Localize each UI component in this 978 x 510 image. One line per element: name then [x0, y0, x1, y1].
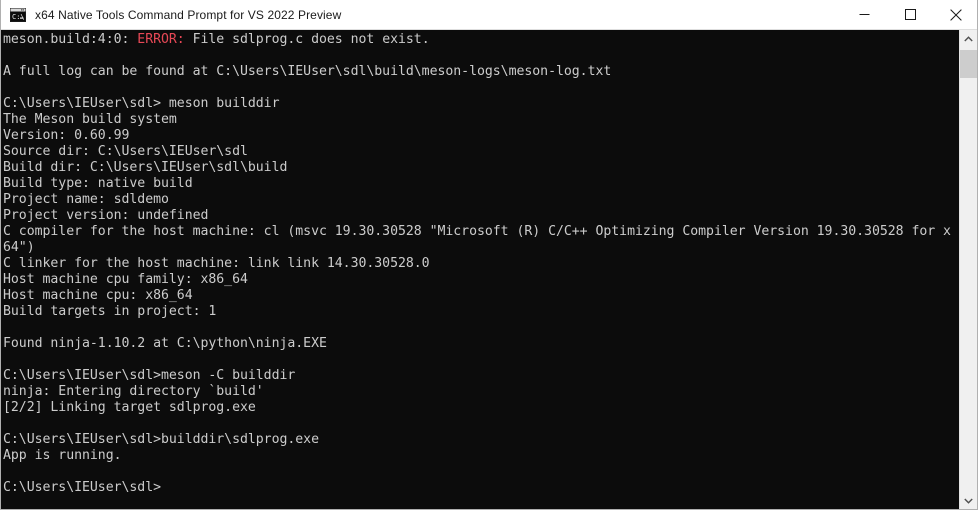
console-line: Build type: native build	[3, 176, 961, 192]
maximize-icon	[904, 9, 916, 20]
console-line: 64")	[3, 240, 961, 256]
console-line: Host machine cpu: x86_64	[3, 288, 961, 304]
minimize-icon	[859, 14, 869, 15]
console-text-segment: App is running.	[3, 448, 122, 463]
console-text: meson.build:4:0: ERROR: File sdlprog.c d…	[3, 32, 961, 496]
console-line: C:\Users\IEUser\sdl> meson builddir	[3, 96, 961, 112]
console-line: ninja: Entering directory `build'	[3, 384, 961, 400]
console-line: App is running.	[3, 448, 961, 464]
console-line: C compiler for the host machine: cl (msv…	[3, 224, 961, 240]
console-text-segment: meson.build:4:0:	[3, 32, 138, 47]
console-output-area[interactable]: meson.build:4:0: ERROR: File sdlprog.c d…	[1, 30, 961, 509]
console-text-segment: Host machine cpu: x86_64	[3, 288, 193, 303]
console-line: Source dir: C:\Users\IEUser\sdl	[3, 144, 961, 160]
console-text-segment: C:\Users\IEUser\sdl>builddir\sdlprog.exe	[3, 432, 319, 447]
console-text-segment: C linker for the host machine: link link…	[3, 256, 430, 271]
scrollbar-track[interactable]	[960, 48, 977, 492]
error-token: ERROR:	[137, 32, 185, 47]
console-text-segment: 64")	[3, 240, 35, 255]
console-text-segment: The Meson build system	[3, 112, 177, 127]
console-line: Found ninja-1.10.2 at C:\python\ninja.EX…	[3, 336, 961, 352]
console-line: Project name: sdldemo	[3, 192, 961, 208]
console-text-segment: Project version: undefined	[3, 208, 209, 223]
console-text-segment: Source dir: C:\Users\IEUser\sdl	[3, 144, 248, 159]
console-line: Version: 0.60.99	[3, 128, 961, 144]
close-icon	[950, 8, 962, 21]
console-text-segment: Build dir: C:\Users\IEUser\sdl\build	[3, 160, 288, 175]
chevron-down-icon	[964, 498, 973, 504]
console-line: C:\Users\IEUser\sdl>	[3, 480, 961, 496]
chevron-up-icon	[964, 36, 973, 42]
console-line: [2/2] Linking target sdlprog.exe	[3, 400, 961, 416]
console-line: The Meson build system	[3, 112, 961, 128]
console-text-segment: Project name: sdldemo	[3, 192, 169, 207]
console-line: Host machine cpu family: x86_64	[3, 272, 961, 288]
scroll-down-button[interactable]	[960, 492, 977, 509]
console-window: C:\ x64 Native Tools Command Prompt for …	[0, 0, 978, 510]
maximize-button[interactable]	[887, 0, 933, 29]
console-text-segment: A full log can be found at C:\Users\IEUs…	[3, 64, 612, 79]
console-line: Build dir: C:\Users\IEUser\sdl\build	[3, 160, 961, 176]
console-line: meson.build:4:0: ERROR: File sdlprog.c d…	[3, 32, 961, 48]
console-text-segment: C:\Users\IEUser\sdl>	[3, 480, 161, 495]
svg-text:C:\: C:\	[12, 13, 25, 21]
console-text-segment: [2/2] Linking target sdlprog.exe	[3, 400, 256, 415]
console-text-segment: Found ninja-1.10.2 at C:\python\ninja.EX…	[3, 336, 327, 351]
console-text-segment: Host machine cpu family: x86_64	[3, 272, 248, 287]
console-text-segment: Build targets in project: 1	[3, 304, 217, 319]
console-text-segment: C:\Users\IEUser\sdl> meson builddir	[3, 96, 280, 111]
scrollbar-thumb[interactable]	[960, 50, 977, 78]
scroll-up-button[interactable]	[960, 30, 977, 48]
console-line: C:\Users\IEUser\sdl>meson -C builddir	[3, 368, 961, 384]
title-bar[interactable]: C:\ x64 Native Tools Command Prompt for …	[1, 0, 977, 30]
close-button[interactable]	[933, 0, 977, 29]
console-app-icon: C:\	[10, 7, 26, 22]
vertical-scrollbar[interactable]	[959, 30, 977, 509]
window-title: x64 Native Tools Command Prompt for VS 2…	[35, 7, 342, 22]
console-line: Build targets in project: 1	[3, 304, 961, 320]
console-text-segment: C:\Users\IEUser\sdl>meson -C builddir	[3, 368, 296, 383]
console-line: Project version: undefined	[3, 208, 961, 224]
console-text-segment: Build type: native build	[3, 176, 193, 191]
console-text-segment: ninja: Entering directory `build'	[3, 384, 264, 399]
console-line: C linker for the host machine: link link…	[3, 256, 961, 272]
console-text-segment: Version: 0.60.99	[3, 128, 130, 143]
console-line: C:\Users\IEUser\sdl>builddir\sdlprog.exe	[3, 432, 961, 448]
minimize-button[interactable]	[841, 0, 887, 29]
console-line: A full log can be found at C:\Users\IEUs…	[3, 64, 961, 80]
console-text-segment: C compiler for the host machine: cl (msv…	[3, 224, 951, 239]
console-text-segment: File sdlprog.c does not exist.	[184, 32, 430, 47]
